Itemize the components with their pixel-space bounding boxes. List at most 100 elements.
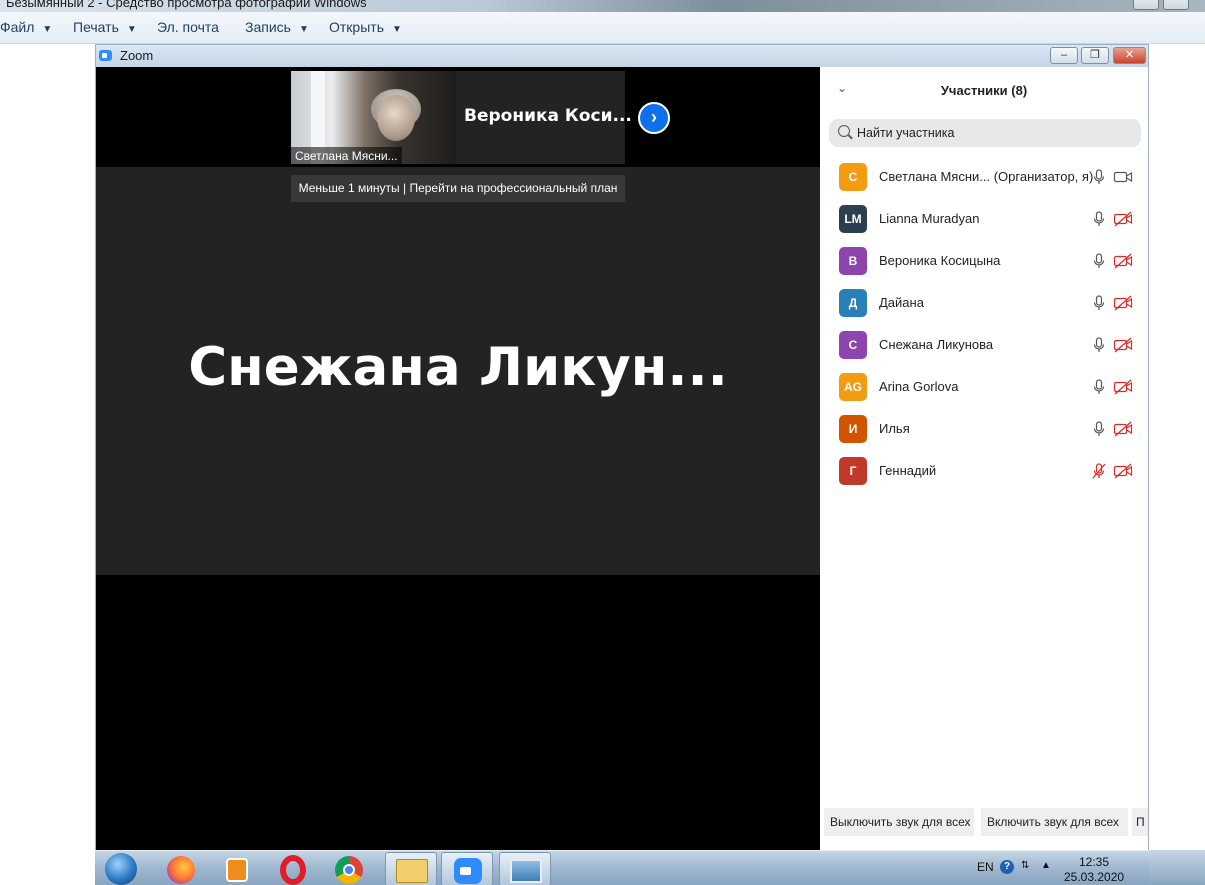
avatar: И xyxy=(839,415,867,443)
participant-row[interactable]: LM Lianna Muradyan xyxy=(820,205,1148,247)
chevron-down-icon: ▼ xyxy=(126,24,137,35)
participant-search-input[interactable]: Найти участника xyxy=(829,119,1141,147)
firefox-icon[interactable] xyxy=(155,852,207,885)
video-thumbnail-strip: Светлана Мясни... Вероника Коси... xyxy=(291,71,632,164)
menu-file[interactable]: Файл ▼ xyxy=(0,19,52,35)
participant-row[interactable]: Д Дайана xyxy=(820,289,1148,331)
participant-row[interactable]: С Светлана Мясни... (Организатор, я) xyxy=(820,163,1148,205)
chevron-down-icon: ▼ xyxy=(298,24,309,35)
windows-taskbar: EN ? ⇅ ▲ 12:35 25.03.2020 xyxy=(95,850,1149,885)
clock-date: 25.03.2020 xyxy=(1064,870,1125,884)
avatar: С xyxy=(839,163,867,191)
menu-open-label: Открыть xyxy=(329,19,384,35)
chrome-icon[interactable] xyxy=(323,852,375,885)
participants-header: ⌄ Участники (8) xyxy=(820,67,1148,115)
chevron-down-icon: ▼ xyxy=(391,24,402,35)
active-speaker-name: Снежана Ликун... xyxy=(188,337,728,398)
next-page-arrow-icon[interactable]: › xyxy=(638,102,670,134)
file-explorer-icon[interactable] xyxy=(385,852,437,885)
menu-file-label: Файл xyxy=(0,19,35,35)
mute-all-button[interactable]: Выключить звук для всех xyxy=(824,808,974,836)
microphone-icon[interactable] xyxy=(1091,211,1107,227)
menu-burn[interactable]: Запись ▼ xyxy=(245,19,309,35)
participant-name: Дайана xyxy=(879,295,924,310)
restore-button[interactable]: ❐ xyxy=(1081,47,1109,64)
avatar: AG xyxy=(839,373,867,401)
participant-name: Lianna Muradyan xyxy=(879,211,980,226)
video-off-icon[interactable] xyxy=(1113,421,1133,437)
participant-row[interactable]: AG Arina Gorlova xyxy=(820,373,1148,415)
participant-name: Светлана Мясни... (Организатор, я) xyxy=(879,169,1094,184)
participant-row[interactable]: Г Геннадий xyxy=(820,457,1148,499)
outer-title-bar: Безымянный 2 - Средство просмотра фотогр… xyxy=(0,0,1205,12)
participant-row[interactable]: И Илья xyxy=(820,415,1148,457)
menu-email[interactable]: Эл. почта xyxy=(157,19,219,35)
microphone-icon[interactable] xyxy=(1091,337,1107,353)
zoom-title-bar: Zoom – ❐ ✕ xyxy=(96,45,1148,67)
participants-panel: ⌄ Участники (8) Найти участника С Светлан… xyxy=(820,67,1148,851)
video-camera-icon[interactable] xyxy=(1113,169,1133,185)
participant-name: Arina Gorlova xyxy=(879,379,959,394)
network-icon[interactable]: ⇅ xyxy=(1021,860,1029,871)
avatar: Д xyxy=(839,289,867,317)
zoom-window: Zoom – ❐ ✕ Светлана Мясни... Вероника Ко… xyxy=(95,44,1149,851)
participant-name: Снежана Ликунова xyxy=(879,337,994,352)
video-off-icon[interactable] xyxy=(1113,337,1133,353)
more-button[interactable]: П xyxy=(1132,808,1148,836)
thumbnail-name-label: Светлана Мясни... xyxy=(291,147,402,164)
outer-minimize-button[interactable] xyxy=(1133,0,1159,10)
tray-expand-icon[interactable]: ▲ xyxy=(1041,860,1051,871)
avatar: С xyxy=(839,331,867,359)
outer-maximize-button[interactable] xyxy=(1163,0,1189,10)
avatar: LM xyxy=(839,205,867,233)
close-button[interactable]: ✕ xyxy=(1113,47,1146,64)
help-icon[interactable]: ? xyxy=(1000,860,1014,874)
chevron-down-icon: ▼ xyxy=(42,24,53,35)
photo-background-left xyxy=(0,44,95,885)
photo-viewer-icon[interactable] xyxy=(499,852,551,885)
video-off-icon[interactable] xyxy=(1113,211,1133,227)
video-off-icon[interactable] xyxy=(1113,295,1133,311)
participants-footer: Выключить звук для всех Включить звук дл… xyxy=(820,808,1148,836)
photo-background-right xyxy=(1149,44,1205,885)
video-off-icon[interactable] xyxy=(1113,253,1133,269)
clock[interactable]: 12:35 25.03.2020 xyxy=(1064,855,1124,885)
avatar: В xyxy=(839,247,867,275)
zoom-window-title: Zoom xyxy=(120,48,154,63)
microphone-icon[interactable] xyxy=(1091,421,1107,437)
avatar: Г xyxy=(839,457,867,485)
menu-print[interactable]: Печать ▼ xyxy=(73,19,137,35)
video-off-icon[interactable] xyxy=(1113,463,1133,479)
language-indicator[interactable]: EN xyxy=(977,860,994,874)
meeting-stage: Светлана Мясни... Вероника Коси... › Мен… xyxy=(96,67,820,851)
outer-window-title: Безымянный 2 - Средство просмотра фотогр… xyxy=(6,0,367,10)
menu-email-label: Эл. почта xyxy=(157,19,219,35)
clock-time: 12:35 xyxy=(1078,855,1110,869)
opera-icon[interactable] xyxy=(267,852,319,885)
meeting-time-banner[interactable]: Меньше 1 минуты | Перейти на профессиона… xyxy=(291,175,625,202)
zoom-icon[interactable] xyxy=(441,852,493,885)
microphone-icon[interactable] xyxy=(1091,379,1107,395)
taskbar-edge xyxy=(1149,850,1205,885)
photo-viewer-menubar: Файл ▼ Печать ▼ Эл. почта Запись ▼ Открыть ▼ xyxy=(0,12,1205,44)
microphone-icon[interactable] xyxy=(1091,295,1107,311)
video-off-icon[interactable] xyxy=(1113,379,1133,395)
menu-open[interactable]: Открыть ▼ xyxy=(329,19,402,35)
media-player-icon[interactable] xyxy=(211,852,263,885)
participant-video-thumbnail[interactable]: Светлана Мясни... xyxy=(291,71,456,164)
search-icon xyxy=(838,125,850,137)
start-button[interactable] xyxy=(105,853,137,885)
minimize-button[interactable]: – xyxy=(1050,47,1078,64)
participant-name: Илья xyxy=(879,421,910,436)
unmute-all-button[interactable]: Включить звук для всех xyxy=(981,808,1128,836)
zoom-logo-icon xyxy=(99,50,112,61)
participant-row[interactable]: С Снежана Ликунова xyxy=(820,331,1148,373)
participants-title: Участники (8) xyxy=(940,83,1028,98)
mic-muted-icon[interactable] xyxy=(1091,463,1107,479)
menu-print-label: Печать xyxy=(73,19,119,35)
participant-name: Геннадий xyxy=(879,463,937,478)
microphone-icon[interactable] xyxy=(1091,253,1107,269)
video-face xyxy=(377,95,415,141)
microphone-icon[interactable] xyxy=(1091,169,1107,185)
participant-row[interactable]: В Вероника Косицына xyxy=(820,247,1148,289)
